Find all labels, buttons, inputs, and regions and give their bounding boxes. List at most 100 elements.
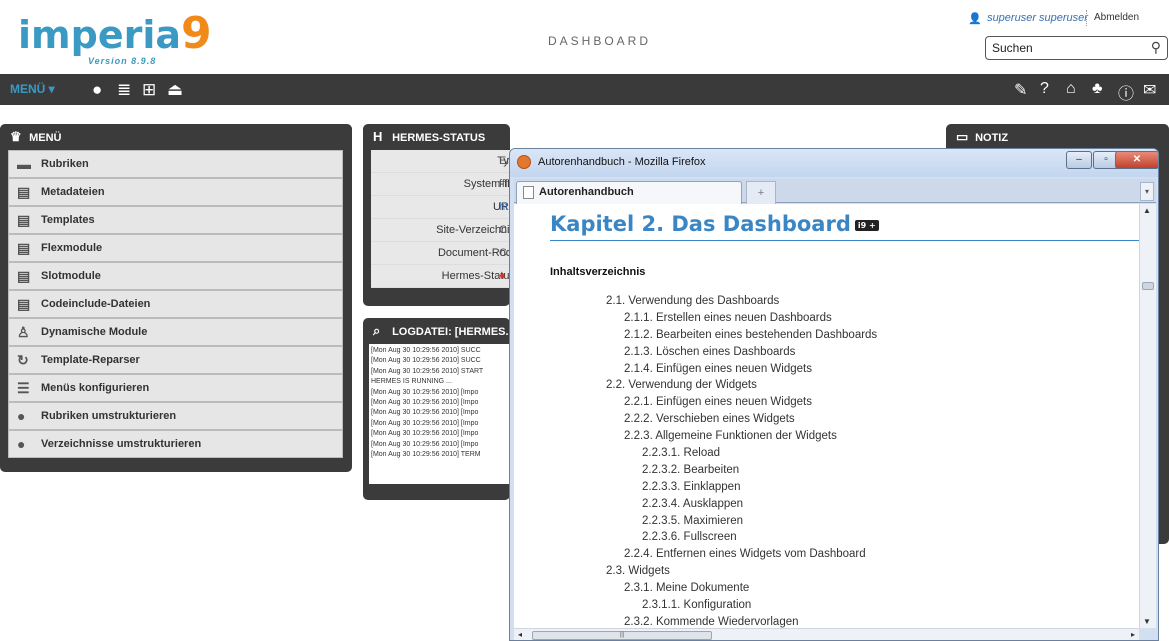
users-icon[interactable]: ♣ [1092, 80, 1103, 98]
log-content: [Mon Aug 30 10:29:56 2010] SUCC [Mon Aug … [369, 344, 521, 484]
menu-item[interactable]: ▬ Rubriken [8, 150, 343, 178]
toc-entry[interactable]: 2.1.1. Erstellen eines neuen Dashboards [514, 310, 1134, 327]
hermes-status-row: Hermes-Status ● [371, 265, 521, 288]
chapter-title-text: Kapitel 2. Das Dashboard [550, 212, 851, 236]
hermes-status-widget: H HERMES-STATUS Typ En System-ID fff URL ht Si… [363, 124, 521, 306]
search-input[interactable]: Suchen ⚲ [985, 36, 1168, 60]
bomb-icon[interactable]: ● [92, 80, 102, 100]
i9-badge: i9 + [854, 219, 879, 231]
toc-entry[interactable]: 2.2.3.6. Fullscreen [514, 529, 1134, 546]
log-line: [Mon Aug 30 10:29:56 2010] [Impo [371, 399, 479, 407]
minimize-button[interactable]: – [1066, 151, 1092, 169]
reparser-icon: ↻ [17, 352, 29, 368]
log-line: HERMES IS RUNNING ... [371, 378, 452, 386]
menu-item-label: Verzeichnisse umstrukturieren [41, 438, 202, 450]
tab-label: Autorenhandbuch [539, 186, 634, 198]
horizontal-scrollbar[interactable]: ◂ ||| ▸ [514, 628, 1139, 640]
toc-entry[interactable]: 2.1.3. Löschen eines Dashboards [514, 344, 1134, 361]
toc-heading: Inhaltsverzeichnis [550, 266, 646, 278]
toc-entry[interactable]: 2.3. Widgets [514, 563, 1134, 580]
log-title-text: LOGDATEI: [HERMES. [392, 326, 509, 338]
version-label: Version 8.9.8 [88, 56, 157, 66]
close-button[interactable]: ✕ [1115, 151, 1158, 169]
menu-item-label: Rubriken [41, 158, 89, 170]
menu-item[interactable]: ▤ Flexmodule [8, 234, 343, 262]
note-title-text: NOTIZ [975, 132, 1009, 144]
log-line: [Mon Aug 30 10:29:56 2010] [Impo [371, 388, 479, 396]
home-icon[interactable]: ⌂ [1066, 80, 1076, 98]
user-name: superuser superuser [987, 12, 1088, 24]
search-icon[interactable]: ⚲ [1151, 39, 1161, 56]
scroll-right-icon[interactable]: ▸ [1131, 630, 1135, 639]
note-title: ▭ NOTIZ [956, 128, 1008, 146]
flex-icon: ▤ [17, 240, 31, 256]
menu-item[interactable]: ▤ Codeinclude-Dateien [8, 290, 343, 318]
toc-entry[interactable]: 2.2.3.1. Reload [514, 445, 1134, 462]
toc-entry[interactable]: 2.1.4. Einfügen eines neuen Widgets [514, 361, 1134, 378]
scroll-up-icon[interactable]: ▲ [1143, 206, 1151, 215]
toc-entry[interactable]: 2.2.3.5. Maximieren [514, 513, 1134, 530]
toc-entry[interactable]: 2.2.1. Einfügen eines neuen Widgets [514, 394, 1134, 411]
scroll-down-icon[interactable]: ▼ [1143, 617, 1151, 626]
menu-item[interactable]: ▤ Slotmodule [8, 262, 343, 290]
toc-entry[interactable]: 2.2.3.2. Bearbeiten [514, 462, 1134, 479]
hermes-status-table: Typ En System-ID fff URL ht Site-Verzeichnis C:… [371, 150, 521, 288]
menu-item-label: Menüs konfigurieren [41, 382, 150, 394]
menu-item-label: Rubriken umstrukturieren [41, 410, 177, 422]
toc-entry[interactable]: 2.3.1.1. Konfiguration [514, 597, 1134, 614]
tab-autorenhandbuch[interactable]: Autorenhandbuch [516, 181, 742, 204]
imperia-logo[interactable]: imperia9 [18, 8, 212, 59]
menu-item-label: Codeinclude-Dateien [41, 298, 151, 310]
menu-item-label: Dynamische Module [41, 326, 148, 338]
firefox-window-title: Autorenhandbuch - Mozilla Firefox [538, 156, 706, 168]
toc-entry[interactable]: 2.3.2. Kommende Wiedervorlagen [514, 614, 1134, 628]
menu-item[interactable]: ▤ Templates [8, 206, 343, 234]
menu-widget-title: ♛ MENÜ [10, 128, 61, 146]
toc-entry[interactable]: 2.1. Verwendung des Dashboards [514, 293, 1134, 310]
brush-icon[interactable]: ✎ [1014, 80, 1027, 100]
toc-entry[interactable]: 2.2. Verwendung der Widgets [514, 377, 1134, 394]
toc-entry[interactable]: 2.2.2. Verschieben eines Widgets [514, 411, 1134, 428]
logo-text: imperia [18, 13, 182, 57]
scroll-left-icon[interactable]: ◂ [518, 630, 522, 639]
toc-entry[interactable]: 2.2.3.4. Ausklappen [514, 496, 1134, 513]
toc-entry[interactable]: 2.2.3.3. Einklappen [514, 479, 1134, 496]
help-icon[interactable]: ? [1040, 80, 1049, 98]
sitemap-icon[interactable]: ⊞ [142, 80, 156, 100]
user-link[interactable]: 👤 superuser superuser [968, 12, 1088, 25]
toc-entry[interactable]: 2.3.1. Meine Dokumente [514, 580, 1134, 597]
page-icon [523, 186, 534, 199]
meta-file-icon: ▤ [17, 184, 31, 200]
menu-item[interactable]: ↻ Template-Reparser [8, 346, 343, 374]
menu-button[interactable]: MENÜ ▾ [10, 82, 55, 96]
menu-widget-title-text: MENÜ [29, 132, 62, 144]
menu-item[interactable]: ● Verzeichnisse umstrukturieren [8, 430, 343, 458]
hermes-status-title: H HERMES-STATUS [373, 128, 485, 146]
note-icon: ▭ [956, 129, 969, 144]
menu-item[interactable]: ● Rubriken umstrukturieren [8, 402, 343, 430]
toc-entry[interactable]: 2.2.3. Allgemeine Funktionen der Widgets [514, 428, 1134, 445]
tab-list-dropdown[interactable]: ▾ [1140, 182, 1154, 201]
menu-item[interactable]: ☰ Menüs konfigurieren [8, 374, 343, 402]
menu-item[interactable]: ▤ Metadateien [8, 178, 343, 206]
scroll-thumb[interactable] [1142, 282, 1154, 290]
toc-entry[interactable]: 2.1.2. Bearbeiten eines bestehenden Dash… [514, 327, 1134, 344]
list-icon[interactable]: ≣ [117, 80, 131, 100]
log-line: [Mon Aug 30 10:29:56 2010] [Impo [371, 440, 479, 448]
firefox-titlebar[interactable]: Autorenhandbuch - Mozilla Firefox [510, 149, 1158, 177]
hermes-status-row: URL ht [371, 196, 521, 219]
page-title: DASHBOARD [548, 34, 652, 48]
inbox-icon[interactable]: ⏏ [167, 80, 183, 100]
mail-icon[interactable]: ✉ [1143, 80, 1156, 100]
hermes-status-value[interactable]: ht [499, 196, 508, 219]
info-icon[interactable]: ⓘ [1118, 80, 1134, 104]
log-line: [Mon Aug 30 10:29:56 2010] SUCC [371, 357, 481, 365]
new-tab-button[interactable]: + [746, 181, 776, 204]
logout-link[interactable]: Abmelden [1094, 12, 1139, 23]
horizontal-scroll-thumb[interactable]: ||| [532, 631, 712, 640]
log-title: ⌕ LOGDATEI: [HERMES. [373, 322, 509, 340]
log-line: [Mon Aug 30 10:29:56 2010] [Impo [371, 430, 479, 438]
menu-item[interactable]: ♙ Dynamische Module [8, 318, 343, 346]
toc-entry[interactable]: 2.2.4. Entfernen eines Widgets vom Dashb… [514, 546, 1134, 563]
vertical-scrollbar[interactable]: ▲ ▼ [1139, 204, 1156, 628]
